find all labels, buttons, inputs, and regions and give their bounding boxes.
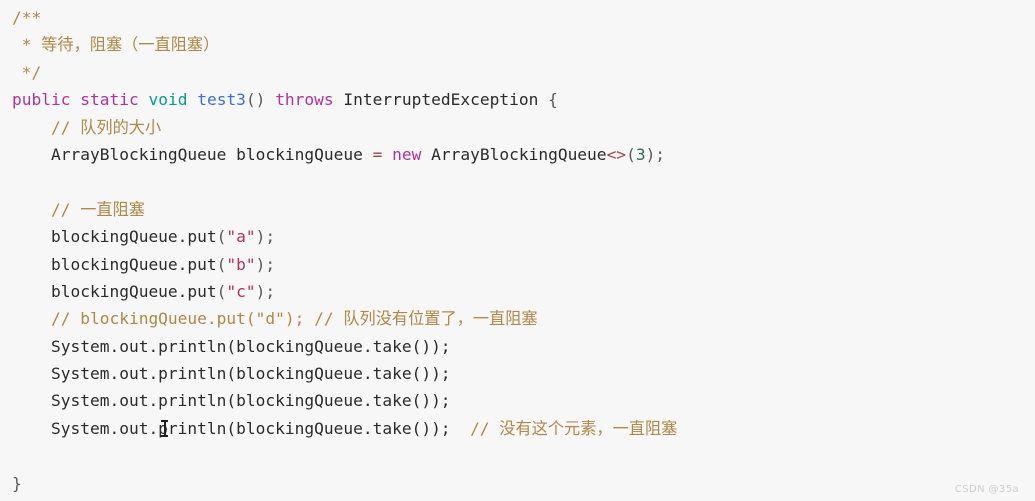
code-token-generic: <> (606, 144, 627, 164)
code-line[interactable]: // 一直阻塞 (0, 196, 1035, 223)
code-token-plain: blockingQueue.put (50, 254, 217, 274)
code-token-paren: ( (216, 281, 227, 301)
code-token-paren: ); (255, 254, 276, 274)
code-token-method: test3 (197, 90, 246, 110)
code-token-plain: System.out.println(blockingQueue.take())… (50, 364, 451, 384)
code-token-string: "a" (226, 227, 256, 247)
code-token-paren: ); (255, 281, 276, 301)
code-line[interactable]: System.out.println(blockingQueue.take())… (0, 415, 1035, 442)
code-token-plain: System.out.println(blockingQueue.take())… (50, 418, 451, 438)
code-line[interactable]: System.out.println(blockingQueue.take())… (0, 387, 1035, 414)
code-token-string: "c" (226, 281, 256, 301)
code-line[interactable]: public static void test3() throws Interr… (0, 86, 1035, 113)
code-token-number: 3 (635, 144, 646, 164)
code-line[interactable] (0, 442, 1035, 469)
code-line[interactable]: // 队列的大小 (0, 114, 1035, 141)
code-token-plain: blockingQueue.put (50, 227, 217, 247)
code-token-paren: ); (255, 227, 276, 247)
code-line[interactable]: */ (0, 59, 1035, 86)
code-token-keyword: static (80, 90, 139, 110)
code-line[interactable]: System.out.println(blockingQueue.take())… (0, 360, 1035, 387)
code-token-paren: } (12, 473, 22, 493)
code-line[interactable]: blockingQueue.put("a"); (0, 223, 1035, 250)
code-line[interactable]: * 等待，阻塞（一直阻塞） (0, 31, 1035, 58)
code-token-plain: ArrayBlockingQueue (431, 144, 607, 164)
code-token-paren: ( (216, 254, 227, 274)
code-token-plain: System.out.println(blockingQueue.take())… (50, 336, 451, 356)
code-token-keyword: throws (275, 90, 334, 110)
code-token-comment: // blockingQueue.put("d"); // 队列没有位置了，一直… (50, 309, 538, 329)
code-token-generic: = (372, 144, 383, 164)
code-line[interactable]: /** (0, 4, 1035, 31)
code-token-keyword: public (12, 90, 71, 110)
code-token-paren: ( (216, 227, 227, 247)
code-line[interactable]: System.out.println(blockingQueue.take())… (0, 333, 1035, 360)
code-token-paren: () (245, 90, 266, 110)
code-token-paren: ( (626, 144, 636, 164)
code-line[interactable]: // blockingQueue.put("d"); // 队列没有位置了，一直… (0, 305, 1035, 332)
code-block[interactable]: /** * 等待，阻塞（一直阻塞） */ public static void t… (0, 0, 1035, 497)
code-token-comment: // 一直阻塞 (50, 199, 145, 219)
code-token-string: "b" (226, 254, 256, 274)
code-line[interactable]: blockingQueue.put("c"); (0, 278, 1035, 305)
code-screenshot: /** * 等待，阻塞（一直阻塞） */ public static void t… (0, 0, 1035, 501)
code-line[interactable]: } (0, 470, 1035, 497)
code-token-plain: System.out.println(blockingQueue.take())… (50, 391, 451, 411)
code-token-plain: blockingQueue (236, 144, 363, 164)
code-token-plain: blockingQueue.put (50, 281, 217, 301)
code-token-comment: /** (12, 8, 42, 27)
code-token-paren: ); (645, 144, 666, 164)
code-line[interactable]: ArrayBlockingQueue blockingQueue = new A… (0, 141, 1035, 168)
code-line[interactable]: blockingQueue.put("b"); (0, 251, 1035, 278)
code-token-type: void (148, 90, 188, 110)
watermark: CSDN @35a (954, 484, 1019, 495)
code-token-paren: { (548, 90, 558, 110)
code-token-comment: * 等待，阻塞（一直阻塞） (12, 35, 220, 55)
code-token-comment: // 队列的大小 (50, 117, 162, 137)
code-token-plain: InterruptedException (343, 90, 539, 110)
code-token-comment: // 没有这个元素，一直阻塞 (470, 418, 678, 438)
code-line[interactable] (0, 168, 1035, 195)
code-token-plain: ArrayBlockingQueue (50, 144, 227, 164)
code-token-comment: */ (12, 62, 42, 82)
code-token-keyword: new (392, 144, 422, 164)
